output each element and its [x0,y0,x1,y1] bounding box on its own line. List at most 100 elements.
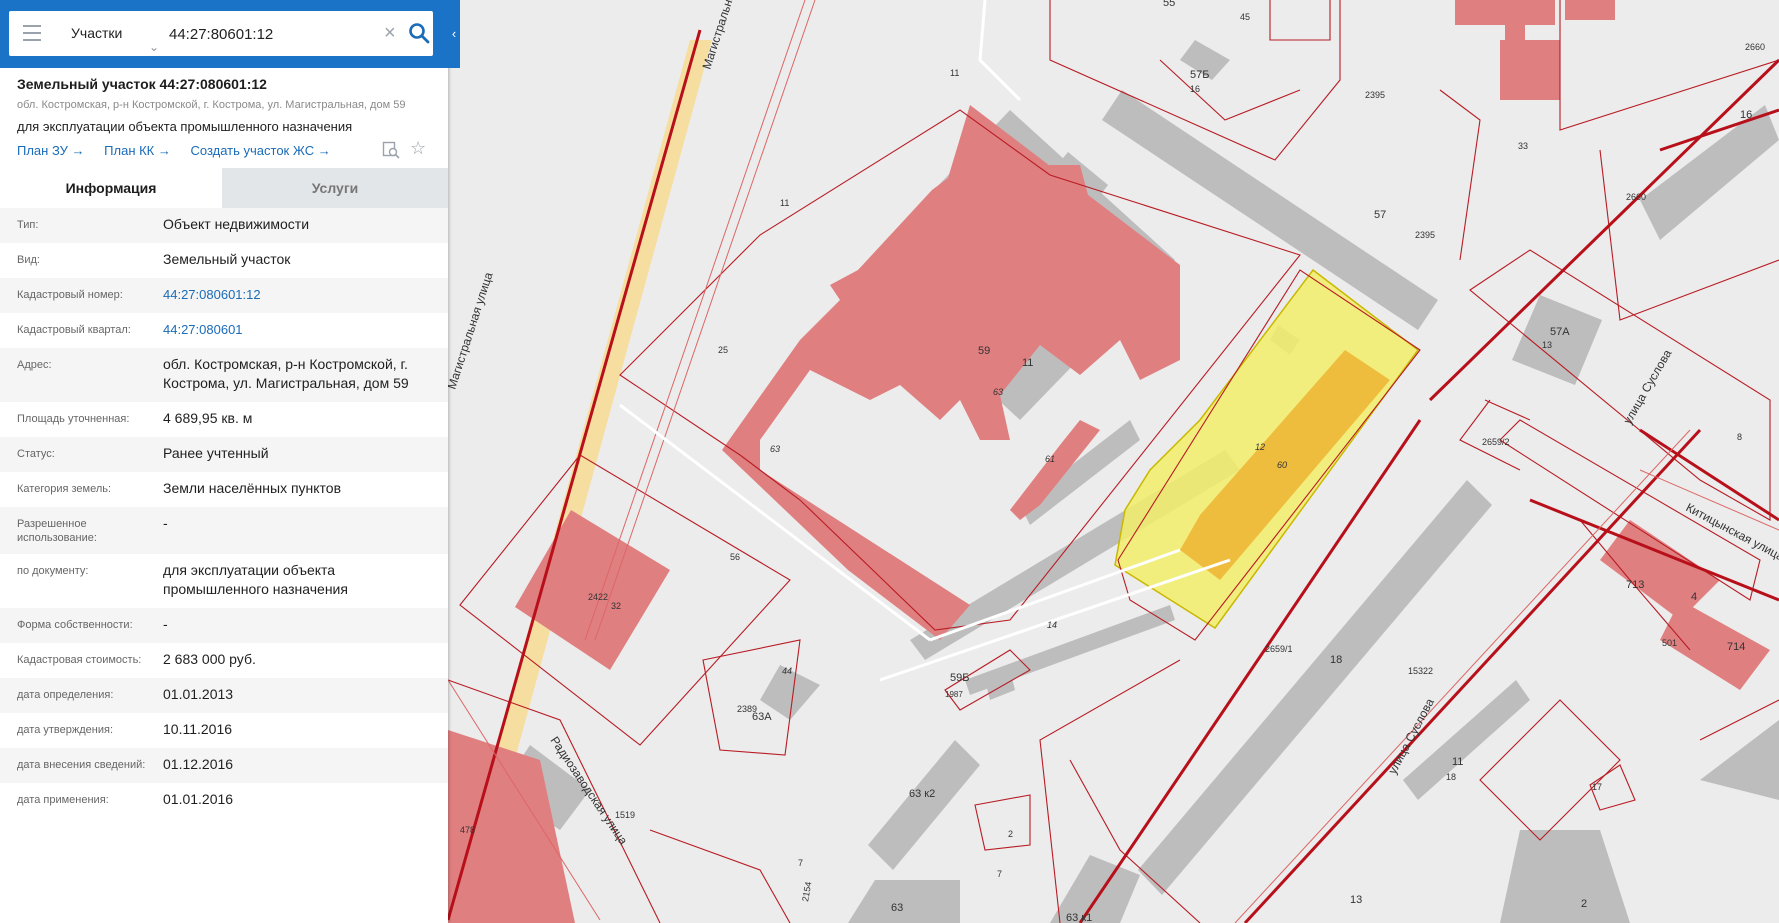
svg-text:2395: 2395 [1365,90,1385,100]
info-row: Кадастровый номер: 44:27:080601:12 [0,278,448,313]
create-parcel-link[interactable]: Создать участок ЖС → [191,143,331,158]
info-key: Тип: [17,219,39,231]
svg-text:56: 56 [730,552,740,562]
document-search-icon[interactable] [382,141,400,159]
cadastral-number-link[interactable]: 44:27:080601:12 [163,285,438,304]
info-value: Ранее учтенный [163,445,269,461]
svg-text:11: 11 [780,198,789,208]
svg-text:33: 33 [1518,141,1528,151]
svg-text:57А: 57А [1550,326,1570,338]
info-key: Категория земель: [17,483,112,495]
info-key: Кадастровый квартал: [17,324,131,336]
object-links: План ЗУ → План КК → Создать участок ЖС → [17,143,347,158]
svg-text:57: 57 [1374,209,1386,221]
search-bar: Участки ⌄ × [0,0,448,68]
info-table: Тип: Объект недвижимости Вид: Земельный … [0,208,448,818]
svg-text:7: 7 [798,858,803,868]
info-row: дата внесения сведений: 01.12.2016 [0,748,448,783]
svg-text:45: 45 [1240,12,1250,22]
info-key: по документу: [17,565,89,577]
hamburger-menu-icon[interactable] [23,25,41,42]
info-key: дата определения: [17,689,114,701]
svg-text:60: 60 [1277,460,1287,470]
info-value: - [163,515,168,531]
svg-text:16: 16 [1740,109,1752,121]
svg-text:44: 44 [782,666,792,676]
tab-info[interactable]: Информация [0,168,222,208]
info-key: Вид: [17,254,40,266]
svg-text:59Б: 59Б [950,672,969,684]
svg-text:2660: 2660 [1626,192,1646,202]
svg-text:2395: 2395 [1415,230,1435,240]
info-key: Площадь уточненная: [17,413,130,425]
info-row: по документу: для эксплуатации объекта п… [0,554,448,608]
svg-text:59: 59 [978,345,990,357]
tab-services[interactable]: Услуги [222,168,448,208]
svg-text:63: 63 [993,387,1003,397]
layer-select-label: Участки [71,25,123,41]
svg-text:8: 8 [1737,432,1742,442]
svg-text:63: 63 [891,902,903,914]
svg-text:11: 11 [1452,756,1463,768]
svg-text:2: 2 [1008,829,1013,839]
svg-text:61: 61 [1045,454,1055,464]
svg-text:713: 713 [1626,579,1644,591]
info-row: Форма собственности: - [0,608,448,643]
info-value: 2 683 000 руб. [163,651,256,667]
info-value: обл. Костромская, р-н Костромской, г. Ко… [163,356,409,391]
svg-text:1987: 1987 [945,690,963,699]
layer-select[interactable]: Участки ⌄ [61,11,165,56]
collapse-sidebar-button[interactable]: ‹ [448,0,460,68]
info-value: 01.12.2016 [163,756,234,772]
svg-text:32: 32 [611,601,621,611]
svg-text:12: 12 [1255,442,1265,452]
info-value: Земли населённых пунктов [163,480,342,496]
svg-text:1519: 1519 [615,810,635,820]
info-key: Адрес: [17,359,52,371]
info-value: 01.01.2016 [163,791,234,807]
svg-text:11: 11 [1022,357,1033,369]
svg-text:17: 17 [1592,782,1602,792]
clear-icon[interactable]: × [384,21,396,45]
info-key: дата утверждения: [17,724,114,736]
info-value: 4 689,95 кв. м [163,410,253,426]
plan-zu-link[interactable]: План ЗУ → [17,143,85,158]
info-row: Тип: Объект недвижимости [0,208,448,243]
info-row: дата определения: 01.01.2013 [0,678,448,713]
info-value: - [163,616,168,632]
info-row: Площадь уточненная: 4 689,95 кв. м [0,402,448,437]
cadastral-quarter-link[interactable]: 44:27:080601 [163,320,438,339]
svg-text:63 к2: 63 к2 [909,788,935,800]
info-key: дата применения: [17,794,109,806]
search-icon[interactable] [408,22,430,44]
info-value: 10.11.2016 [163,721,233,737]
info-value: для эксплуатации объекта промышленного н… [163,562,348,597]
info-key: Кадастровая стоимость: [17,654,142,666]
svg-text:57Б: 57Б [1190,69,1209,81]
svg-text:55: 55 [1163,0,1175,9]
plan-kk-link[interactable]: План КК → [104,143,171,158]
info-row: дата утверждения: 10.11.2016 [0,713,448,748]
sidebar: Участки ⌄ × Земельный участок 44:27:0806… [0,0,448,923]
svg-text:2660: 2660 [1745,42,1765,52]
object-purpose: для эксплуатации объекта промышленного н… [17,119,353,134]
svg-text:4: 4 [1691,591,1697,603]
chevron-down-icon: ⌄ [149,40,160,54]
info-value: Объект недвижимости [163,216,310,232]
info-value: Земельный участок [163,251,291,267]
star-icon[interactable]: ☆ [410,138,426,159]
info-key: дата внесения сведений: [17,759,146,771]
search-input[interactable] [167,20,381,49]
info-row: Адрес: обл. Костромская, р-н Костромской… [0,348,448,402]
info-value: 01.01.2013 [163,686,234,702]
info-key: Статус: [17,448,55,460]
svg-text:18: 18 [1330,654,1342,666]
object-title: Земельный участок 44:27:080601:12 [17,76,267,92]
svg-text:15322: 15322 [1408,666,1433,676]
svg-text:16: 16 [1190,84,1200,94]
svg-text:63 к1: 63 к1 [1066,912,1092,923]
svg-text:18: 18 [1446,772,1456,782]
svg-text:63А: 63А [752,711,772,723]
svg-text:714: 714 [1727,641,1745,653]
svg-text:501: 501 [1662,638,1677,648]
